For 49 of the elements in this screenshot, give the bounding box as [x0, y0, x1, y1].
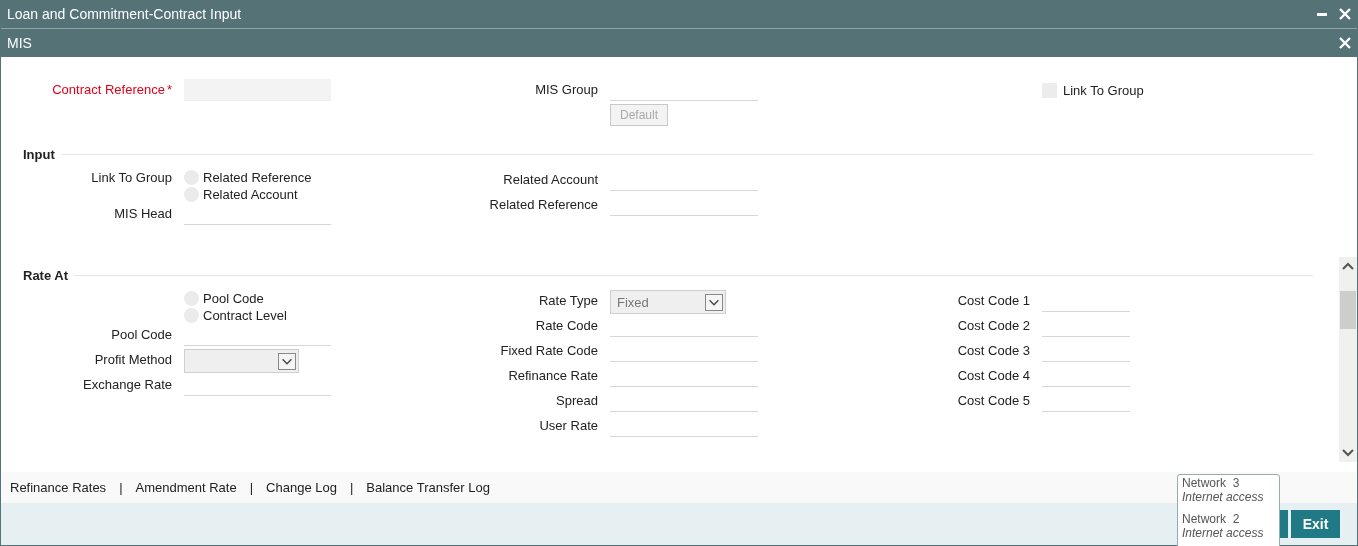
dialog-title: MIS — [7, 35, 32, 51]
scrollbar-thumb[interactable] — [1340, 291, 1356, 329]
field-label: Rate Type — [537, 292, 599, 310]
field-label: Cost Code 1 — [956, 292, 1031, 310]
field-label: Cost Code 5 — [956, 392, 1031, 410]
field-label: MIS Group — [534, 81, 599, 99]
field-label: MIS Head — [113, 205, 173, 223]
section-title: Rate At — [23, 267, 69, 283]
field-label: Pool Code — [110, 326, 173, 344]
network-name[interactable]: Network 2 — [1182, 512, 1275, 526]
scrollbar[interactable] — [1339, 257, 1357, 462]
chevron-down-icon[interactable] — [1341, 448, 1355, 458]
radio-label: Contract Level — [203, 308, 287, 323]
footer-link[interactable]: Change Log — [266, 480, 337, 495]
section-title: Input — [23, 146, 55, 162]
network-status: Internet access — [1182, 490, 1265, 504]
field-label: Cost Code 4 — [956, 367, 1031, 385]
field-label: Cost Code 2 — [956, 317, 1031, 335]
field-label: Spread — [555, 392, 599, 410]
field-label: Profit Method — [93, 351, 173, 369]
window-title: Loan and Commitment-Contract Input — [7, 6, 242, 22]
radio-label: Related Account — [203, 187, 298, 202]
chevron-up-icon[interactable] — [1341, 261, 1355, 271]
footer-link[interactable]: Balance Transfer Log — [366, 480, 490, 495]
network-name[interactable]: Network 3 — [1182, 476, 1275, 490]
field-label: Refinance Rate — [507, 367, 599, 385]
field-label: Rate Code — [534, 317, 599, 335]
close-icon[interactable] — [1339, 37, 1351, 49]
field-label: Related Account — [502, 171, 599, 189]
chevron-down-icon — [278, 352, 296, 370]
chevron-down-icon — [705, 293, 723, 311]
field-label: Related Reference — [488, 196, 599, 214]
field-label: Link To Group — [90, 169, 173, 186]
separator: | — [349, 480, 354, 495]
separator: | — [249, 480, 254, 495]
network-status: Internet access — [1182, 526, 1265, 540]
radio-label: Pool Code — [203, 291, 264, 306]
field-label: Cost Code 3 — [956, 342, 1031, 360]
checkbox-label: Link To Group — [1063, 82, 1144, 98]
close-icon[interactable] — [1339, 8, 1351, 20]
exit-button[interactable]: Exit — [1291, 510, 1340, 538]
radio-label: Related Reference — [203, 170, 312, 185]
separator: | — [119, 480, 123, 495]
field-label: User Rate — [538, 417, 599, 435]
footer-link[interactable]: Amendment Rate — [135, 480, 237, 495]
footer-link[interactable]: Refinance Rates — [10, 480, 107, 495]
field-label: Contract Reference* — [51, 81, 173, 99]
field-label: Exchange Rate — [82, 376, 173, 394]
field-label: Fixed Rate Code — [499, 342, 599, 360]
